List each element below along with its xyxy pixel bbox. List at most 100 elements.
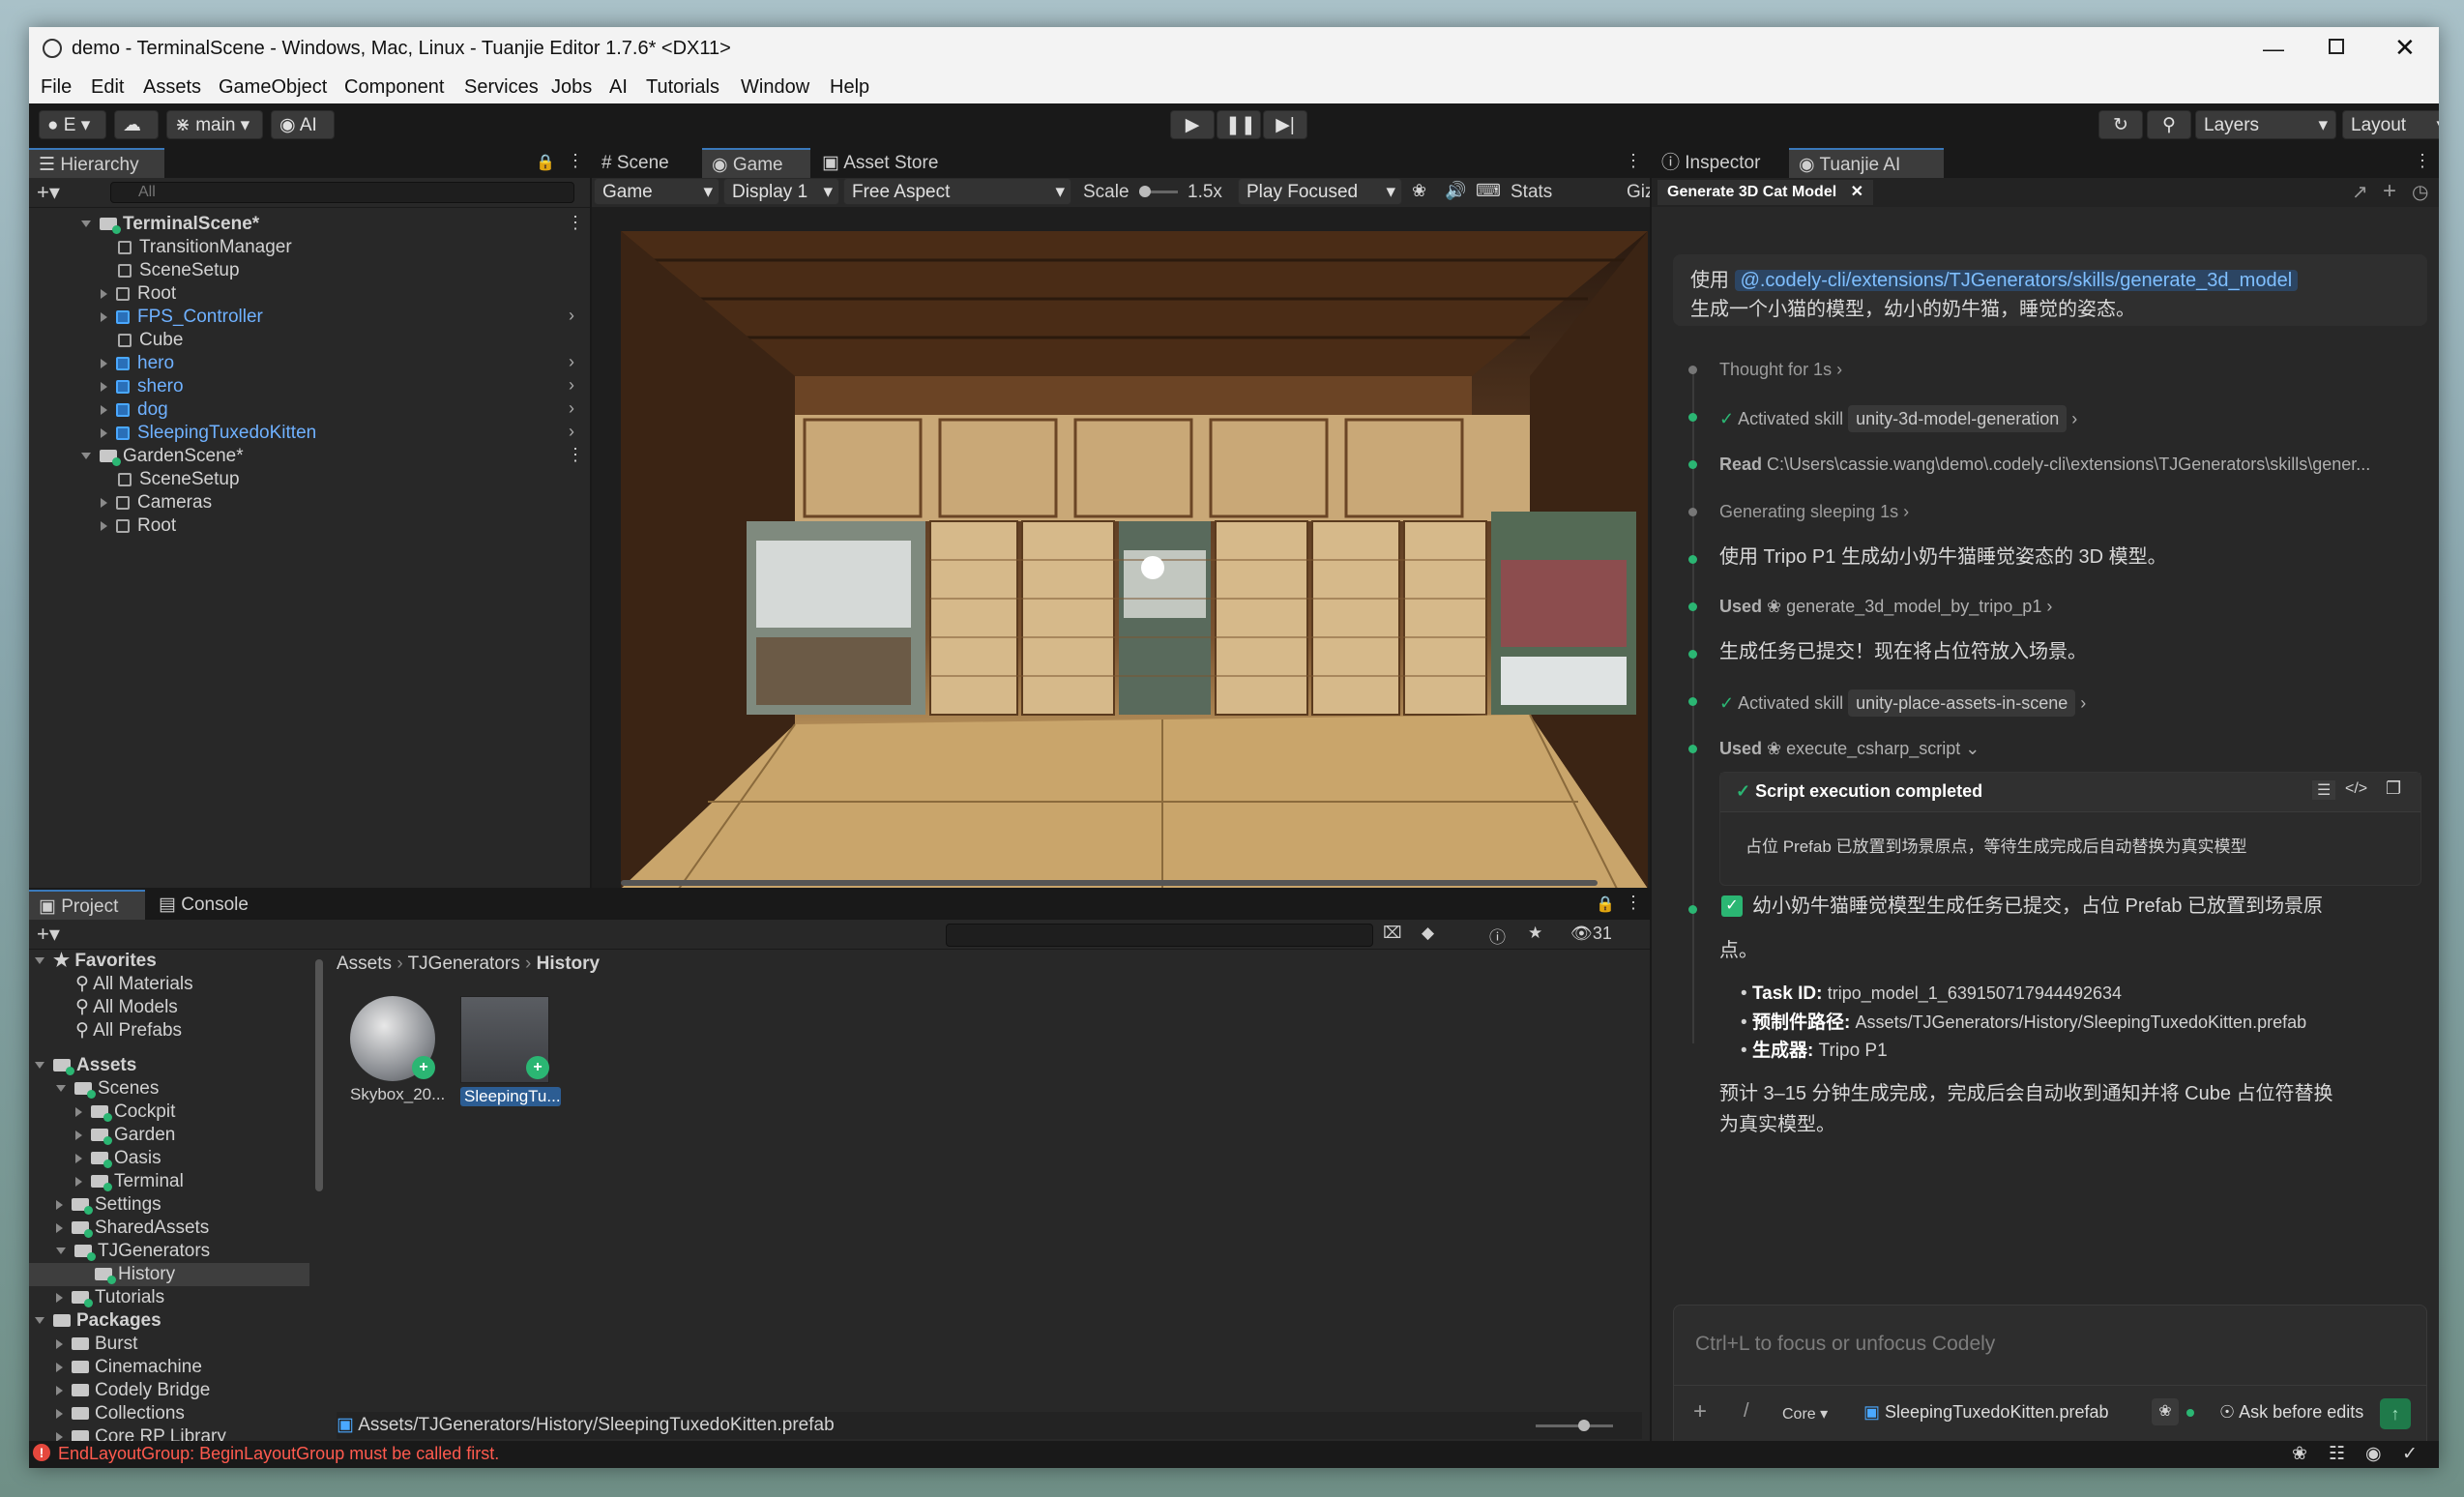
asset-item-skybox[interactable]: + Skybox_20... [350,996,445,1104]
asset-item-sleepingtuxedokitten[interactable]: + SleepingTu... [460,996,561,1106]
cloud-button[interactable]: ☁ [114,110,159,139]
used-tool-row[interactable]: Used ❀ generate_3d_model_by_tripo_p1 › [1719,595,2052,618]
play-button[interactable]: ▶ [1170,110,1215,139]
favorite-all-prefabs[interactable]: ⚲ All Prefabs [75,1019,182,1042]
attached-file-chip[interactable]: ▣ SleepingTuxedoKitten.prefab [1863,1402,2109,1423]
chevron-right-icon[interactable]: › [569,422,574,442]
history-icon[interactable]: ◷ [2412,180,2428,204]
tab-game[interactable]: ◉ Game [702,148,810,178]
menu-edit[interactable]: Edit [91,76,124,99]
game-render[interactable] [621,231,1648,888]
code-icon[interactable]: </> [2345,780,2367,798]
copy-icon[interactable]: ❐ [2386,778,2401,799]
layout-dropdown[interactable]: Layout▾ [2342,110,2439,139]
close-icon[interactable]: ✕ [1851,184,1863,200]
packages-header[interactable]: Packages [35,1309,161,1333]
tab-project[interactable]: ▣ Project [29,890,145,920]
hierarchy-item-fps-controller[interactable]: FPS_Controller [101,306,263,329]
folder-scenes[interactable]: Scenes [56,1077,159,1101]
chevron-right-icon[interactable]: › [569,375,574,396]
tab-asset-store[interactable]: ▣ Asset Store [812,148,957,178]
new-window-icon[interactable]: ↗ [2352,180,2368,204]
display-dropdown[interactable]: Display 1 ▾ [723,178,839,205]
package-core-rp[interactable]: Core RP Library [56,1425,226,1441]
more-icon[interactable]: ⋮ [2414,151,2431,171]
package-collections[interactable]: Collections [56,1402,185,1425]
error-icon[interactable]: ! [33,1444,50,1461]
add-icon[interactable]: +▾ [37,180,60,205]
chevron-right-icon[interactable]: › [569,398,574,419]
breadcrumb-tjgenerators[interactable]: TJGenerators [408,954,520,974]
filter-icon[interactable]: ⌧ [1383,924,1402,943]
game-view-dropdown[interactable]: Game ▾ [594,178,719,205]
add-icon[interactable]: + [1693,1398,1707,1425]
minimize-icon[interactable]: — [2263,37,2284,62]
network-icon[interactable]: ◉ [2365,1443,2382,1465]
scene-row-garden[interactable]: GardenScene* [81,445,244,468]
read-row[interactable]: Read C:\Users\cassie.wang\demo\.codely-c… [1719,453,2416,476]
folder-history[interactable]: History [95,1263,175,1286]
thought-row[interactable]: Thought for 1s › [1719,358,1842,381]
chevron-right-icon[interactable]: › [569,352,574,372]
tab-hierarchy[interactable]: ☰ Hierarchy [29,148,164,178]
audio-icon[interactable]: 🔊 [1445,181,1466,201]
sync-check-icon[interactable]: ✓ [2402,1443,2418,1465]
menu-ai[interactable]: AI [609,76,628,99]
status-error-message[interactable]: EndLayoutGroup: BeginLayoutGroup must be… [58,1444,499,1464]
menu-gameobject[interactable]: GameObject [219,76,327,99]
favorites-header[interactable]: ★ Favorites [35,950,157,973]
activated-skill-row[interactable]: ✓ Activated skill unity-3d-model-generat… [1719,405,2077,432]
menu-jobs[interactable]: Jobs [551,76,592,99]
folder-terminal[interactable]: Terminal [75,1170,184,1193]
tab-tuanjie-ai[interactable]: ◉ Tuanjie AI [1789,148,1944,178]
folder-oasis[interactable]: Oasis [75,1147,161,1170]
folder-tjgenerators[interactable]: TJGenerators [56,1240,210,1263]
pause-button[interactable]: ❚❚ [1217,110,1261,139]
session-tab[interactable]: Generate 3D Cat Model ✕ [1657,180,1874,205]
branch-button[interactable]: ⋇ main ▾ [166,110,263,139]
tree-scrollbar[interactable] [315,959,323,1191]
skill-link[interactable]: @.codely-cli/extensions/TJGenerators/ski… [1734,270,2299,291]
add-icon[interactable]: +▾ [37,922,60,947]
more-icon[interactable]: ⋮ [567,213,584,233]
scene-row-terminal[interactable]: TerminalScene* [81,213,584,236]
unity-icon[interactable]: ❀ [2152,1398,2179,1425]
hierarchy-item-cameras[interactable]: Cameras [101,491,212,514]
account-button[interactable]: ● E ▾ [39,110,106,139]
hierarchy-search-input[interactable] [110,182,574,203]
hierarchy-item-transitionmanager[interactable]: TransitionManager [118,236,292,259]
hierarchy-item-scenesetup[interactable]: SceneSetup [118,259,240,282]
lock-icon[interactable]: 🔒 [536,153,555,172]
bug-icon[interactable]: ❀ [1412,181,1426,201]
layers-dropdown[interactable]: Layers ▾ [2195,110,2336,139]
assets-header[interactable]: Assets [35,1054,136,1077]
lock-icon[interactable]: 🔒 [1596,895,1615,914]
chat-input-placeholder[interactable]: Ctrl+L to focus or unfocus Codely [1695,1333,1995,1356]
folder-settings[interactable]: Settings [56,1193,161,1217]
menu-component[interactable]: Component [344,76,444,99]
slash-command-icon[interactable]: / [1744,1400,1749,1423]
debug-icon[interactable]: ❀ [2292,1443,2307,1465]
hierarchy-item-sleepingtuxedokitten[interactable]: SleepingTuxedoKitten [101,422,316,445]
generating-row[interactable]: Generating sleeping 1s › [1719,500,1909,523]
star-icon[interactable]: ★ [1528,924,1542,943]
menu-file[interactable]: File [41,76,72,99]
menu-services[interactable]: Services [464,76,539,99]
list-icon[interactable]: ☰ [2312,780,2336,800]
folder-tutorials[interactable]: Tutorials [56,1286,164,1309]
mode-dropdown[interactable]: Core ▾ [1782,1404,1828,1424]
stats-button[interactable]: Stats [1511,182,1552,203]
package-burst[interactable]: Burst [56,1333,137,1356]
more-icon[interactable]: ⋮ [567,151,584,171]
thumbnail-size-slider[interactable] [1536,1420,1613,1431]
hierarchy-item-dog[interactable]: dog [101,398,168,422]
more-icon[interactable]: ⋮ [1625,151,1642,171]
menu-help[interactable]: Help [830,76,869,99]
breadcrumb-history[interactable]: History [537,954,600,974]
keyboard-icon[interactable]: ⌨ [1476,181,1501,201]
menu-tutorials[interactable]: Tutorials [646,76,719,99]
folder-sharedassets[interactable]: SharedAssets [56,1217,209,1240]
hierarchy-item-root[interactable]: Root [101,282,176,306]
label-icon[interactable]: ◆ [1422,924,1434,943]
package-cinemachine[interactable]: Cinemachine [56,1356,202,1379]
